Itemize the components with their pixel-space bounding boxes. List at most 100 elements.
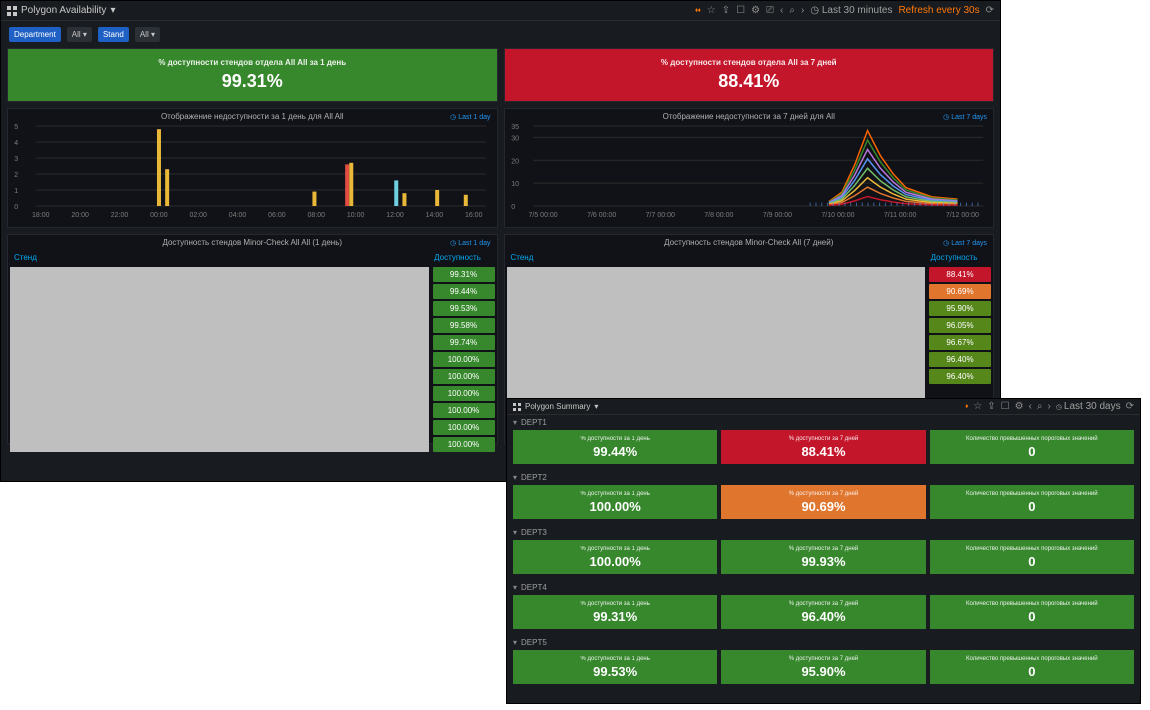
chart-1day-link[interactable]: ◷ Last 1 day (450, 113, 490, 121)
stat-1day[interactable]: % доступности стендов отдела All All за … (7, 48, 498, 102)
card-value: 99.31% (593, 609, 637, 624)
chevron-down-icon: ▾ (513, 473, 517, 482)
time-range[interactable]: ◷ Last 30 minutes (810, 5, 892, 16)
table-cell: 100.00% (433, 403, 495, 418)
svg-text:4: 4 (14, 140, 18, 147)
dept-threshold-count[interactable]: Количество превышенных пороговых значени… (930, 540, 1134, 574)
title-dropdown-icon[interactable]: ▾ (110, 5, 115, 16)
card-value: 88.41% (801, 444, 845, 459)
refresh-interval[interactable]: Refresh every 30s (898, 5, 979, 16)
share-icon[interactable]: ⇪ (987, 401, 995, 412)
table-1day-link[interactable]: ◷ Last 1 day (450, 239, 490, 247)
dept-header[interactable]: ▾DEPT5 (507, 635, 1140, 650)
svg-text:10: 10 (511, 181, 519, 188)
dept-name: DEPT1 (521, 418, 547, 427)
svg-text:0: 0 (14, 204, 18, 210)
dashboard-title[interactable]: Polygon Summary (525, 402, 590, 411)
svg-text:0: 0 (511, 204, 515, 210)
card-value: 0 (1028, 499, 1035, 514)
table-cell: 99.74% (433, 335, 495, 350)
table-1day-title: Доступность стендов Minor-Check All All … (8, 235, 497, 250)
dept-stat-1day[interactable]: % доступности за 1 день99.31% (513, 595, 717, 629)
card-label: Количество превышенных пороговых значени… (966, 546, 1098, 552)
dept-stat-1day[interactable]: % доступности за 1 день99.53% (513, 650, 717, 684)
time-range[interactable]: ◷ Last 30 days (1056, 401, 1121, 412)
tv-icon[interactable]: ⎚ (766, 5, 774, 16)
save-icon[interactable]: ☐ (736, 5, 745, 16)
table-cell: 95.90% (929, 301, 991, 316)
gear-icon[interactable]: ⚙ (751, 5, 760, 16)
dept-stat-1day[interactable]: % доступности за 1 день100.00% (513, 485, 717, 519)
chevron-right-icon[interactable]: › (1047, 401, 1050, 412)
dept-name: DEPT4 (521, 583, 547, 592)
table-cell: 99.53% (433, 301, 495, 316)
dashboard-icon (7, 6, 17, 16)
chart-7day-plot: 010203035 (505, 124, 994, 210)
refresh-icon[interactable]: ⟳ (986, 5, 994, 16)
dashboard-icon (513, 403, 521, 411)
svg-text:2: 2 (14, 172, 18, 179)
table-cell: 96.67% (929, 335, 991, 350)
chart-1day-axis: 18:0020:0022:0000:0002:0004:0006:0008:00… (8, 210, 497, 219)
dept-stat-1day[interactable]: % доступности за 1 день99.44% (513, 430, 717, 464)
zoom-icon[interactable]: ⌕ (1037, 401, 1043, 412)
chart-7day-link[interactable]: ◷ Last 7 days (943, 113, 987, 121)
star-icon[interactable]: ☆ (707, 5, 716, 16)
table-cell: 96.40% (929, 352, 991, 367)
dept-stat-7day[interactable]: % доступности за 7 дней90.69% (721, 485, 925, 519)
zoom-icon[interactable]: ⌕ (789, 5, 795, 16)
panel-add-icon[interactable]: ⬪⬪ (695, 5, 701, 16)
dept-stat-7day[interactable]: % доступности за 7 дней96.40% (721, 595, 925, 629)
title-dropdown-icon[interactable]: ▾ (594, 402, 598, 411)
dept-threshold-count[interactable]: Количество превышенных пороговых значени… (930, 485, 1134, 519)
card-value: 0 (1028, 609, 1035, 624)
dept-threshold-count[interactable]: Количество превышенных пороговых значени… (930, 650, 1134, 684)
chart-1day[interactable]: Отображение недоступности за 1 день для … (7, 108, 498, 228)
chevron-left-icon[interactable]: ‹ (1029, 401, 1032, 412)
chevron-down-icon: ▾ (513, 583, 517, 592)
share-icon[interactable]: ⇪ (722, 5, 730, 16)
panel-add-icon[interactable]: ⬪ (965, 401, 968, 412)
chevron-right-icon[interactable]: › (801, 5, 804, 16)
svg-text:3: 3 (14, 156, 18, 163)
chevron-left-icon[interactable]: ‹ (780, 5, 783, 16)
svg-text:30: 30 (511, 135, 519, 142)
card-label: Количество превышенных пороговых значени… (966, 491, 1098, 497)
card-label: Количество превышенных пороговых значени… (966, 601, 1098, 607)
table-1day-values: 99.31%99.44%99.53%99.58%99.74%100.00%100… (431, 265, 497, 454)
card-label: % доступности за 1 день (580, 656, 649, 662)
dept-header[interactable]: ▾DEPT3 (507, 525, 1140, 540)
dashboard-title[interactable]: Polygon Availability (21, 5, 106, 16)
dept-threshold-count[interactable]: Количество превышенных пороговых значени… (930, 430, 1134, 464)
dept-header[interactable]: ▾ DEPT4 (507, 580, 1140, 595)
table-7day-link[interactable]: ◷ Last 7 days (943, 239, 987, 247)
card-value: 95.90% (801, 664, 845, 679)
refresh-icon[interactable]: ⟳ (1126, 401, 1134, 412)
chart-7day-title: Отображение недоступности за 7 дней для … (505, 109, 994, 124)
dept-threshold-count[interactable]: Количество превышенных пороговых значени… (930, 595, 1134, 629)
filter-department-label: Department (9, 27, 61, 42)
stat-7day[interactable]: % доступности стендов отдела All за 7 дн… (504, 48, 995, 102)
dept-header[interactable]: ▾ DEPT1 (507, 415, 1140, 430)
card-label: Количество превышенных пороговых значени… (966, 436, 1098, 442)
star-icon[interactable]: ☆ (973, 401, 982, 412)
filter-stand-label: Stand (98, 27, 129, 42)
filter-stand-value[interactable]: All ▾ (135, 27, 160, 42)
table-7day-col-avail: Доступность (921, 253, 987, 262)
gear-icon[interactable]: ⚙ (1015, 401, 1024, 412)
save-icon[interactable]: ☐ (1001, 401, 1010, 412)
filter-department-value[interactable]: All ▾ (67, 27, 92, 42)
chevron-down-icon: ▾ (513, 418, 517, 427)
chart-7day[interactable]: Отображение недоступности за 7 дней для … (504, 108, 995, 228)
dept-name: DEPT2 (521, 473, 547, 482)
table-1day[interactable]: Доступность стендов Minor-Check All All … (7, 234, 498, 444)
dept-stat-1day[interactable]: % доступности за 1 день100.00% (513, 540, 717, 574)
dept-stat-7day[interactable]: % доступности за 7 дней88.41% (721, 430, 925, 464)
table-cell: 100.00% (433, 386, 495, 401)
table-cell: 88.41% (929, 267, 991, 282)
dept-header[interactable]: ▾ DEPT2 (507, 470, 1140, 485)
dept-stat-7day[interactable]: % доступности за 7 дней 95.90% (721, 650, 925, 684)
table-1day-stand-area (10, 267, 429, 452)
dept-stat-7day[interactable]: % доступности за 7 дней99.93% (721, 540, 925, 574)
card-label: % доступности за 7 дней (789, 656, 859, 662)
